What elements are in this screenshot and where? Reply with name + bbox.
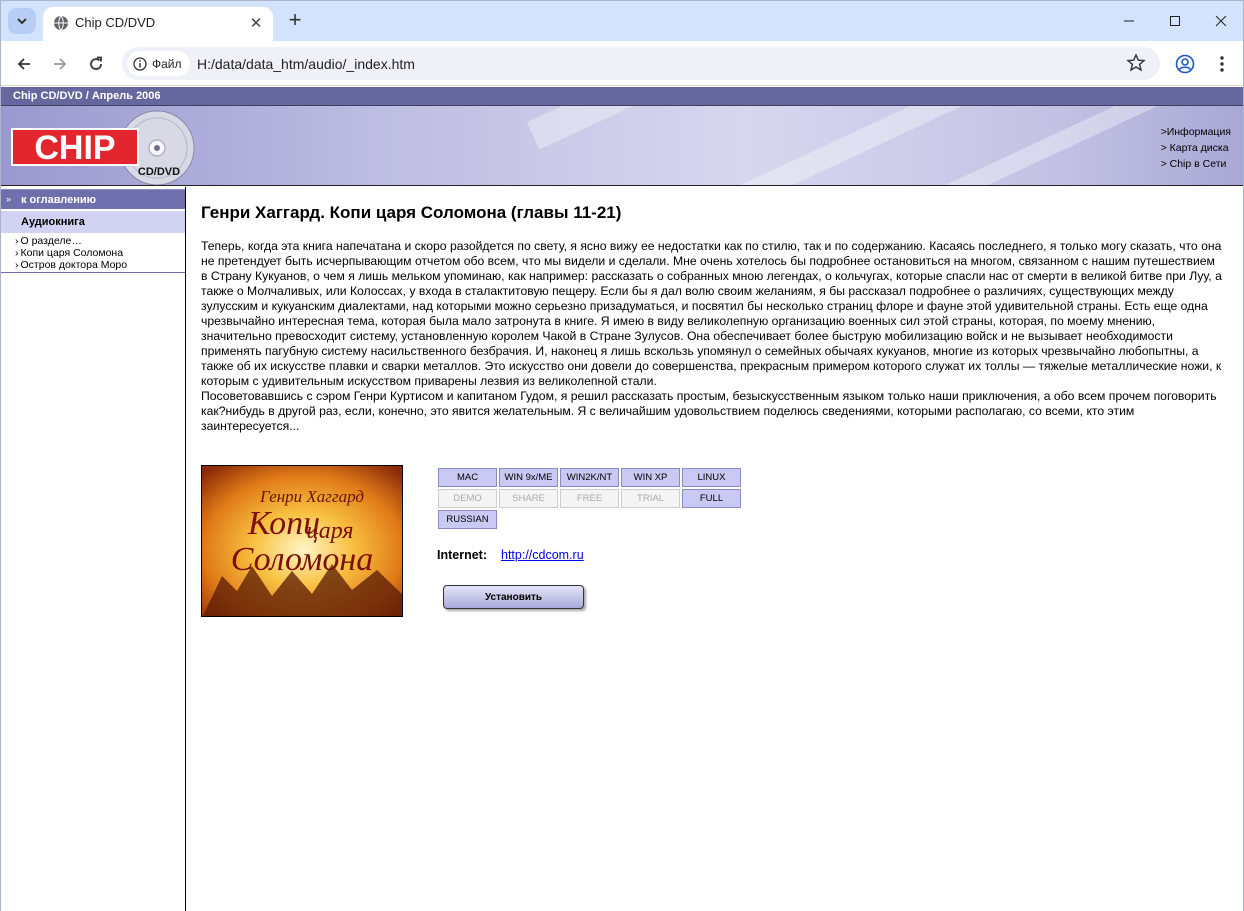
reload-icon — [90, 56, 102, 70]
badge-trial: TRIAL — [621, 489, 680, 508]
article-paragraph: Теперь, когда эта книга напечатана и ско… — [201, 239, 1222, 388]
sidebar-item-solomon[interactable]: Копи царя Соломона — [15, 247, 127, 259]
badge-full: FULL — [682, 489, 741, 508]
back-label: к оглавлению — [21, 194, 97, 206]
back-to-contents-button[interactable]: » к оглавлению — [1, 189, 185, 209]
svg-text:CD/DVD: CD/DVD — [138, 166, 180, 178]
badge-mac: MAC — [438, 468, 497, 487]
sidebar-item-moreau[interactable]: Остров доктора Моро — [15, 259, 128, 271]
article-paragraph: Посоветовавшись с сэром Генри Куртисом и… — [201, 389, 1217, 433]
minimize-icon — [1124, 20, 1134, 22]
info-icon — [133, 56, 147, 71]
close-icon — [1215, 15, 1227, 27]
svg-text:Генри Хаггард: Генри Хаггард — [259, 487, 364, 506]
web-page: Chip CD/DVD / Апрель 2006 CHIP CD/DVD >И… — [1, 87, 1243, 911]
more-vertical-icon — [1220, 56, 1224, 72]
internet-link[interactable]: http://cdcom.ru — [501, 548, 584, 562]
page-topbar: Chip CD/DVD / Апрель 2006 — [1, 87, 1243, 106]
topbar-text: Chip CD/DVD / Апрель 2006 — [13, 90, 161, 102]
banner-decoration — [526, 106, 776, 150]
site-info-chip[interactable]: Файл — [127, 51, 190, 76]
double-chevron-icon: » — [6, 194, 12, 204]
tab-strip: Chip CD/DVD ✕ + — [1, 1, 1243, 41]
badge-demo: DEMO — [438, 489, 497, 508]
sidebar-item-about[interactable]: О разделе… — [15, 235, 127, 247]
minimize-button[interactable] — [1106, 1, 1152, 41]
tab-active[interactable]: Chip CD/DVD ✕ — [43, 7, 273, 41]
badge-russian: RUSSIAN — [438, 510, 497, 529]
new-tab-button[interactable]: + — [283, 8, 307, 32]
badge-win-9x-me: WIN 9x/ME — [499, 468, 558, 487]
reload-button[interactable] — [81, 49, 111, 79]
link-info[interactable]: >Информация — [1161, 124, 1231, 140]
back-button[interactable] — [9, 49, 39, 79]
badge-win2k-nt: WIN2K/NT — [560, 468, 619, 487]
internet-row: Internet: http://cdcom.ru — [437, 548, 584, 562]
svg-text:CHIP: CHIP — [34, 129, 115, 167]
badge-linux: LINUX — [682, 468, 741, 487]
section-label: Аудиокнига — [21, 216, 85, 228]
svg-text:Соломона: Соломона — [231, 541, 374, 578]
globe-icon — [54, 15, 68, 31]
chevron-down-icon — [17, 18, 27, 25]
profile-button[interactable] — [1170, 49, 1200, 79]
profile-icon — [1175, 54, 1195, 74]
banner-decoration — [714, 106, 1068, 185]
chip-logo[interactable]: CHIP CD/DVD — [9, 108, 199, 186]
top-links: >Информация > Карта диска > Chip в Сети — [1161, 124, 1231, 172]
forward-button[interactable] — [45, 49, 75, 79]
close-window-button[interactable] — [1198, 1, 1244, 41]
browser-toolbar: Файл H:/data/data_htm/audio/_index.htm — [1, 41, 1243, 86]
sidebar: » к оглавлению Аудиокнига О разделе… Коп… — [1, 187, 186, 911]
header-banner: CHIP CD/DVD >Информация > Карта диска > … — [1, 106, 1243, 186]
install-button[interactable]: Установить — [443, 585, 584, 609]
page-title: Генри Хаггард. Копи царя Соломона (главы… — [201, 203, 622, 222]
address-bar[interactable]: Файл H:/data/data_htm/audio/_index.htm — [122, 47, 1160, 80]
sidebar-section-header: Аудиокнига — [1, 211, 185, 233]
tab-search-button[interactable] — [8, 8, 36, 34]
link-chip-online[interactable]: > Chip в Сети — [1161, 156, 1231, 172]
browser-window: Chip CD/DVD ✕ + Файл H:/data/data_htm/au… — [0, 0, 1244, 911]
badge-share: SHARE — [499, 489, 558, 508]
menu-button[interactable] — [1207, 49, 1237, 79]
star-icon[interactable] — [1126, 53, 1146, 73]
url-text[interactable]: H:/data/data_htm/audio/_index.htm — [197, 56, 415, 72]
cover-image: Генри Хаггард Копи царя Соломона — [201, 465, 403, 617]
cover-art: Генри Хаггард Копи царя Соломона — [202, 466, 402, 616]
internet-label: Internet: — [437, 548, 487, 562]
link-disc-map[interactable]: > Карта диска — [1161, 140, 1231, 156]
close-tab-icon[interactable]: ✕ — [247, 14, 265, 32]
file-label: Файл — [152, 56, 182, 71]
sidebar-list: О разделе… Копи царя Соломона Остров док… — [15, 235, 128, 271]
badge-free: FREE — [560, 489, 619, 508]
article-body: Теперь, когда эта книга напечатана и ско… — [201, 239, 1223, 434]
maximize-icon — [1170, 16, 1180, 26]
arrow-right-icon — [54, 58, 67, 70]
sidebar-divider — [1, 272, 185, 273]
tab-title: Chip CD/DVD — [75, 15, 156, 30]
maximize-button[interactable] — [1152, 1, 1198, 41]
arrow-left-icon — [17, 58, 30, 70]
badge-win-xp: WIN XP — [621, 468, 680, 487]
